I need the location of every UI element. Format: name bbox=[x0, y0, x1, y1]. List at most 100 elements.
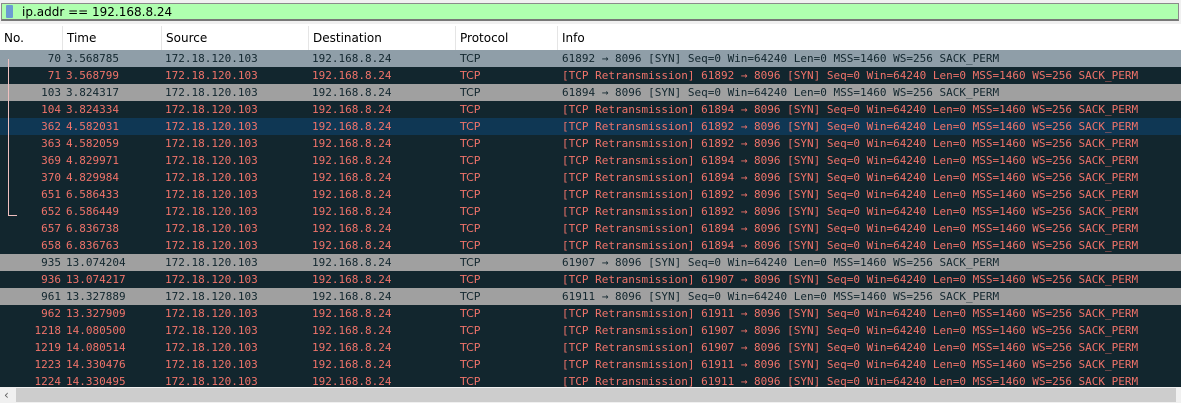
cell-info: [TCP Retransmission] 61892 → 8096 [SYN] … bbox=[562, 205, 1139, 218]
bookmark-icon[interactable] bbox=[6, 5, 13, 18]
cell-proto: TCP bbox=[460, 69, 481, 82]
cell-info: [TCP Retransmission] 61894 → 8096 [SYN] … bbox=[562, 239, 1139, 252]
cell-src: 172.18.120.103 bbox=[165, 273, 258, 286]
packet-row[interactable]: 1223 14.330476 172.18.120.103 192.168.8.24 T… bbox=[0, 356, 1181, 373]
cell-src: 172.18.120.103 bbox=[165, 205, 258, 218]
cell-no: 1218 bbox=[34, 324, 62, 337]
packet-row[interactable]: 369 4.829971 172.18.120.103 192.168.8.24 TCP… bbox=[0, 152, 1181, 169]
cell-no: 103 bbox=[41, 86, 61, 99]
cell-proto: TCP bbox=[460, 120, 481, 133]
cell-no: 652 bbox=[41, 205, 61, 218]
cell-info: [TCP Retransmission] 61907 → 8096 [SYN] … bbox=[562, 273, 1139, 286]
cell-src: 172.18.120.103 bbox=[165, 307, 258, 320]
cell-info: 61907 → 8096 [SYN] Seq=0 Win=64240 Len=0… bbox=[562, 256, 1000, 269]
cell-proto: TCP bbox=[460, 188, 481, 201]
packet-row[interactable]: 104 3.824334 172.18.120.103 192.168.8.24 TCP… bbox=[0, 101, 1181, 118]
display-filter-input[interactable]: ip.addr == 192.168.8.24 bbox=[1, 3, 1179, 21]
cell-time: 6.836763 bbox=[66, 239, 119, 252]
cell-src: 172.18.120.103 bbox=[165, 358, 258, 371]
horizontal-scrollbar[interactable]: ‹ bbox=[0, 387, 1181, 403]
cell-time: 6.586433 bbox=[66, 188, 119, 201]
packet-row[interactable]: 961 13.327889 172.18.120.103 192.168.8.24 TC… bbox=[0, 288, 1181, 305]
cell-src: 172.18.120.103 bbox=[165, 86, 258, 99]
cell-no: 961 bbox=[41, 290, 61, 303]
packet-row[interactable]: 1219 14.080514 172.18.120.103 192.168.8.24 T… bbox=[0, 339, 1181, 356]
packet-row[interactable]: 935 13.074204 172.18.120.103 192.168.8.24 TC… bbox=[0, 254, 1181, 271]
cell-src: 172.18.120.103 bbox=[165, 171, 258, 184]
cell-info: [TCP Retransmission] 61892 → 8096 [SYN] … bbox=[562, 120, 1139, 133]
cell-info: [TCP Retransmission] 61892 → 8096 [SYN] … bbox=[562, 69, 1139, 82]
cell-proto: TCP bbox=[460, 52, 481, 65]
column-header-destination[interactable]: Destination bbox=[308, 26, 455, 50]
cell-src: 172.18.120.103 bbox=[165, 222, 258, 235]
packet-row[interactable]: 936 13.074217 172.18.120.103 192.168.8.24 TC… bbox=[0, 271, 1181, 288]
scrollbar-thumb[interactable] bbox=[16, 388, 1176, 402]
packet-row[interactable]: 103 3.824317 172.18.120.103 192.168.8.24 TCP… bbox=[0, 84, 1181, 101]
cell-dst: 192.168.8.24 bbox=[312, 154, 392, 167]
cell-time: 13.327889 bbox=[66, 290, 126, 303]
cell-proto: TCP bbox=[460, 341, 481, 354]
cell-dst: 192.168.8.24 bbox=[312, 103, 392, 116]
packet-row[interactable]: 362 4.582031 172.18.120.103 192.168.8.24 TCP… bbox=[0, 118, 1181, 135]
column-header-info[interactable]: Info bbox=[557, 26, 1181, 50]
cell-proto: TCP bbox=[460, 307, 481, 320]
cell-proto: TCP bbox=[460, 137, 481, 150]
packet-row[interactable]: 70 3.568785 172.18.120.103 192.168.8.24 TCP 6… bbox=[0, 50, 1181, 67]
cell-time: 3.568785 bbox=[66, 52, 119, 65]
column-header-protocol[interactable]: Protocol bbox=[455, 26, 557, 50]
packet-row[interactable]: 71 3.568799 172.18.120.103 192.168.8.24 TCP [… bbox=[0, 67, 1181, 84]
cell-no: 362 bbox=[41, 120, 61, 133]
cell-dst: 192.168.8.24 bbox=[312, 120, 392, 133]
cell-no: 1219 bbox=[34, 341, 62, 354]
cell-time: 14.330476 bbox=[66, 358, 126, 371]
cell-dst: 192.168.8.24 bbox=[312, 290, 392, 303]
cell-dst: 192.168.8.24 bbox=[312, 137, 392, 150]
cell-info: [TCP Retransmission] 61894 → 8096 [SYN] … bbox=[562, 171, 1139, 184]
cell-no: 658 bbox=[41, 239, 61, 252]
packet-row[interactable]: 962 13.327909 172.18.120.103 192.168.8.24 TC… bbox=[0, 305, 1181, 322]
packet-row[interactable]: 657 6.836738 172.18.120.103 192.168.8.24 TCP… bbox=[0, 220, 1181, 237]
cell-info: [TCP Retransmission] 61894 → 8096 [SYN] … bbox=[562, 154, 1139, 167]
scroll-left-arrow-icon[interactable]: ‹ bbox=[4, 387, 9, 403]
cell-time: 13.074217 bbox=[66, 273, 126, 286]
cell-no: 104 bbox=[41, 103, 61, 116]
column-header-source[interactable]: Source bbox=[161, 26, 308, 50]
cell-info: [TCP Retransmission] 61911 → 8096 [SYN] … bbox=[562, 358, 1139, 371]
cell-no: 936 bbox=[41, 273, 61, 286]
cell-time: 4.582031 bbox=[66, 120, 119, 133]
cell-src: 172.18.120.103 bbox=[165, 103, 258, 116]
column-header-time[interactable]: Time bbox=[62, 26, 161, 50]
packet-row[interactable]: 658 6.836763 172.18.120.103 192.168.8.24 TCP… bbox=[0, 237, 1181, 254]
cell-proto: TCP bbox=[460, 86, 481, 99]
packet-row[interactable]: 363 4.582059 172.18.120.103 192.168.8.24 TCP… bbox=[0, 135, 1181, 152]
cell-info: [TCP Retransmission] 61907 → 8096 [SYN] … bbox=[562, 324, 1139, 337]
cell-proto: TCP bbox=[460, 205, 481, 218]
display-filter-bar: ip.addr == 192.168.8.24 bbox=[0, 0, 1181, 24]
cell-proto: TCP bbox=[460, 290, 481, 303]
packet-row[interactable]: 651 6.586433 172.18.120.103 192.168.8.24 TCP… bbox=[0, 186, 1181, 203]
cell-src: 172.18.120.103 bbox=[165, 137, 258, 150]
cell-no: 1223 bbox=[34, 358, 62, 371]
cell-dst: 192.168.8.24 bbox=[312, 273, 392, 286]
filter-text[interactable]: ip.addr == 192.168.8.24 bbox=[22, 4, 172, 20]
cell-time: 14.080500 bbox=[66, 324, 126, 337]
cell-no: 363 bbox=[41, 137, 61, 150]
packet-row[interactable]: 652 6.586449 172.18.120.103 192.168.8.24 TCP… bbox=[0, 203, 1181, 220]
column-header-no[interactable]: No. bbox=[0, 26, 62, 50]
cell-time: 4.829971 bbox=[66, 154, 119, 167]
cell-proto: TCP bbox=[460, 222, 481, 235]
related-packet-line bbox=[8, 59, 9, 216]
cell-dst: 192.168.8.24 bbox=[312, 86, 392, 99]
packet-row[interactable]: 370 4.829984 172.18.120.103 192.168.8.24 TCP… bbox=[0, 169, 1181, 186]
cell-no: 651 bbox=[41, 188, 61, 201]
packet-list-header: No. Time Source Destination Protocol Inf… bbox=[0, 26, 1181, 50]
cell-time: 3.824334 bbox=[66, 103, 119, 116]
cell-time: 3.824317 bbox=[66, 86, 119, 99]
cell-src: 172.18.120.103 bbox=[165, 290, 258, 303]
cell-time: 4.582059 bbox=[66, 137, 119, 150]
cell-info: [TCP Retransmission] 61894 → 8096 [SYN] … bbox=[562, 222, 1139, 235]
packet-row[interactable]: 1218 14.080500 172.18.120.103 192.168.8.24 T… bbox=[0, 322, 1181, 339]
cell-dst: 192.168.8.24 bbox=[312, 171, 392, 184]
cell-dst: 192.168.8.24 bbox=[312, 307, 392, 320]
cell-src: 172.18.120.103 bbox=[165, 188, 258, 201]
